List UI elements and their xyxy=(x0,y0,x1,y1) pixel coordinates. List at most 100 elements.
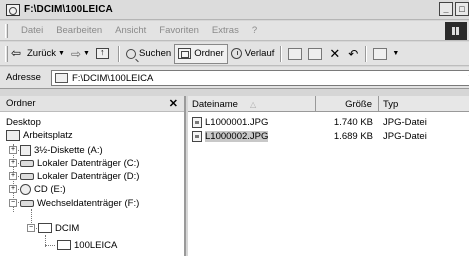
file-list-pane: Dateiname △ Größe Typ L1000001.JPG 1.740… xyxy=(188,96,469,256)
folders-label: Ordner xyxy=(194,48,224,59)
jpg-file-icon xyxy=(192,116,202,128)
close-icon[interactable]: ✕ xyxy=(169,97,178,110)
tree-item-label: Lokaler Datenträger (D:) xyxy=(37,170,140,182)
tree-item-label: Desktop xyxy=(6,116,41,128)
column-header-name[interactable]: Dateiname △ xyxy=(188,96,316,112)
search-button[interactable]: Suchen xyxy=(123,44,174,64)
title-bar[interactable]: F:\DCIM\100LEICA _ □ xyxy=(0,0,469,20)
file-name: L1000001.JPG xyxy=(205,116,269,128)
collapse-icon[interactable]: − xyxy=(27,224,35,232)
file-row[interactable]: L1000001.JPG 1.740 KB JPG-Datei xyxy=(188,115,469,129)
folder-pane: Ordner ✕ Desktop Arbeitsplatz + 3½-Diske… xyxy=(0,96,186,256)
column-header-size[interactable]: Größe xyxy=(316,96,379,112)
views-icon[interactable] xyxy=(373,47,388,60)
folder-icon xyxy=(55,73,68,83)
tree-item-100leica[interactable]: 100LEICA xyxy=(57,239,117,251)
address-field[interactable]: F:\DCIM\100LEICA ▼ xyxy=(51,70,469,86)
folder-up-icon xyxy=(95,47,109,59)
toolbar-separator xyxy=(117,45,120,62)
file-name-cell: L1000001.JPG xyxy=(188,116,316,128)
tree-item-label: 100LEICA xyxy=(74,239,118,251)
windows-logo-icon xyxy=(445,22,467,40)
sort-ascending-icon: △ xyxy=(249,99,257,109)
maximize-button[interactable]: □ xyxy=(455,2,469,16)
file-type: JPG-Datei xyxy=(383,130,427,142)
search-label: Suchen xyxy=(138,48,172,59)
tree-item-desktop[interactable]: Desktop xyxy=(6,116,41,128)
file-name-cell: L1000002.JPG xyxy=(188,130,316,142)
expand-icon[interactable]: + xyxy=(9,185,17,193)
folder-pane-header: Ordner ✕ xyxy=(0,96,184,112)
expand-icon[interactable]: + xyxy=(9,172,17,180)
jpg-file-icon xyxy=(192,130,202,142)
file-name: L1000002.JPG xyxy=(205,130,269,142)
drive-icon xyxy=(20,172,34,180)
file-row[interactable]: L1000002.JPG 1.689 KB JPG-Datei xyxy=(188,129,469,143)
minimize-button[interactable]: _ xyxy=(439,2,453,16)
move-to-icon[interactable] xyxy=(288,47,303,60)
back-arrow-icon xyxy=(11,46,24,60)
cd-icon xyxy=(20,183,31,195)
copy-to-icon[interactable] xyxy=(308,47,323,60)
file-size: 1.689 KB xyxy=(333,130,373,142)
menu-help[interactable]: ? xyxy=(252,25,257,36)
forward-button[interactable]: ⇨ ▼ xyxy=(68,44,93,64)
address-label: Adresse xyxy=(6,72,41,83)
address-value: F:\DCIM\100LEICA xyxy=(72,72,154,84)
menu-favoriten[interactable]: Favoriten xyxy=(159,25,199,36)
collapse-icon[interactable]: − xyxy=(9,199,17,207)
history-label: Verlauf xyxy=(244,48,275,59)
chevron-down-icon[interactable]: ▼ xyxy=(58,50,65,57)
undo-icon[interactable]: ↶ xyxy=(348,48,358,60)
tree-item-arbeitsplatz[interactable]: Arbeitsplatz xyxy=(6,129,73,141)
forward-arrow-icon: ⇨ xyxy=(70,46,82,61)
tree-item-drive-d[interactable]: + Lokaler Datenträger (D:) xyxy=(9,170,139,182)
tree-item-floppy-a[interactable]: + 3½-Diskette (A:) xyxy=(9,144,103,156)
toolbar-separator xyxy=(280,45,283,62)
chevron-down-icon[interactable]: ▼ xyxy=(392,50,399,57)
column-header-type[interactable]: Typ xyxy=(379,96,467,112)
column-header-label: Größe xyxy=(345,98,372,110)
back-label: Zurück xyxy=(27,48,57,59)
tree-item-label: DCIM xyxy=(55,222,80,234)
history-button[interactable]: Verlauf xyxy=(228,44,278,64)
history-icon xyxy=(230,48,242,59)
window-title: F:\DCIM\100LEICA xyxy=(24,4,113,15)
tree-item-label: Lokaler Datenträger (C:) xyxy=(37,157,140,169)
expand-icon[interactable]: + xyxy=(9,159,17,167)
removable-drive-icon xyxy=(20,199,34,207)
floppy-icon xyxy=(20,144,31,156)
folders-icon xyxy=(178,48,192,59)
delete-icon[interactable]: ✕ xyxy=(329,47,340,60)
folder-icon xyxy=(38,223,52,233)
drive-icon xyxy=(20,159,34,167)
menu-extras[interactable]: Extras xyxy=(212,25,239,36)
tree-item-dcim[interactable]: − DCIM xyxy=(27,222,79,234)
menu-bearbeiten[interactable]: Bearbeiten xyxy=(56,25,102,36)
menu-datei[interactable]: Datei xyxy=(21,25,43,36)
toolbar-separator xyxy=(365,45,368,62)
chevron-down-icon[interactable]: ▼ xyxy=(83,50,90,57)
explorer-window-icon[interactable] xyxy=(6,3,20,16)
folders-button[interactable]: Ordner xyxy=(174,43,228,64)
computer-icon xyxy=(6,129,20,141)
folder-icon xyxy=(57,240,71,250)
tree-item-label: Arbeitsplatz xyxy=(23,129,73,141)
up-one-level-button[interactable] xyxy=(93,44,115,64)
folder-pane-title: Ordner xyxy=(6,98,36,109)
window-controls: _ □ xyxy=(437,2,469,16)
column-header-label: Typ xyxy=(383,98,399,110)
tree-item-cd-e[interactable]: + CD (E:) xyxy=(9,183,66,195)
back-button[interactable]: Zurück ▼ xyxy=(8,44,68,64)
tree-item-label: CD (E:) xyxy=(34,183,66,195)
menu-ansicht[interactable]: Ansicht xyxy=(115,25,146,36)
file-size: 1.740 KB xyxy=(333,116,373,128)
tree-item-drive-c[interactable]: + Lokaler Datenträger (C:) xyxy=(9,157,139,169)
expand-icon[interactable]: + xyxy=(9,146,17,154)
menu-bar-grip[interactable] xyxy=(5,23,8,38)
file-type: JPG-Datei xyxy=(383,116,427,128)
tree-item-removable-f[interactable]: − Wechseldatenträger (F:) xyxy=(9,197,139,209)
tree-item-label: Wechseldatenträger (F:) xyxy=(37,197,140,209)
search-icon xyxy=(125,48,136,59)
column-header-row: Dateiname △ Größe Typ xyxy=(188,96,469,112)
